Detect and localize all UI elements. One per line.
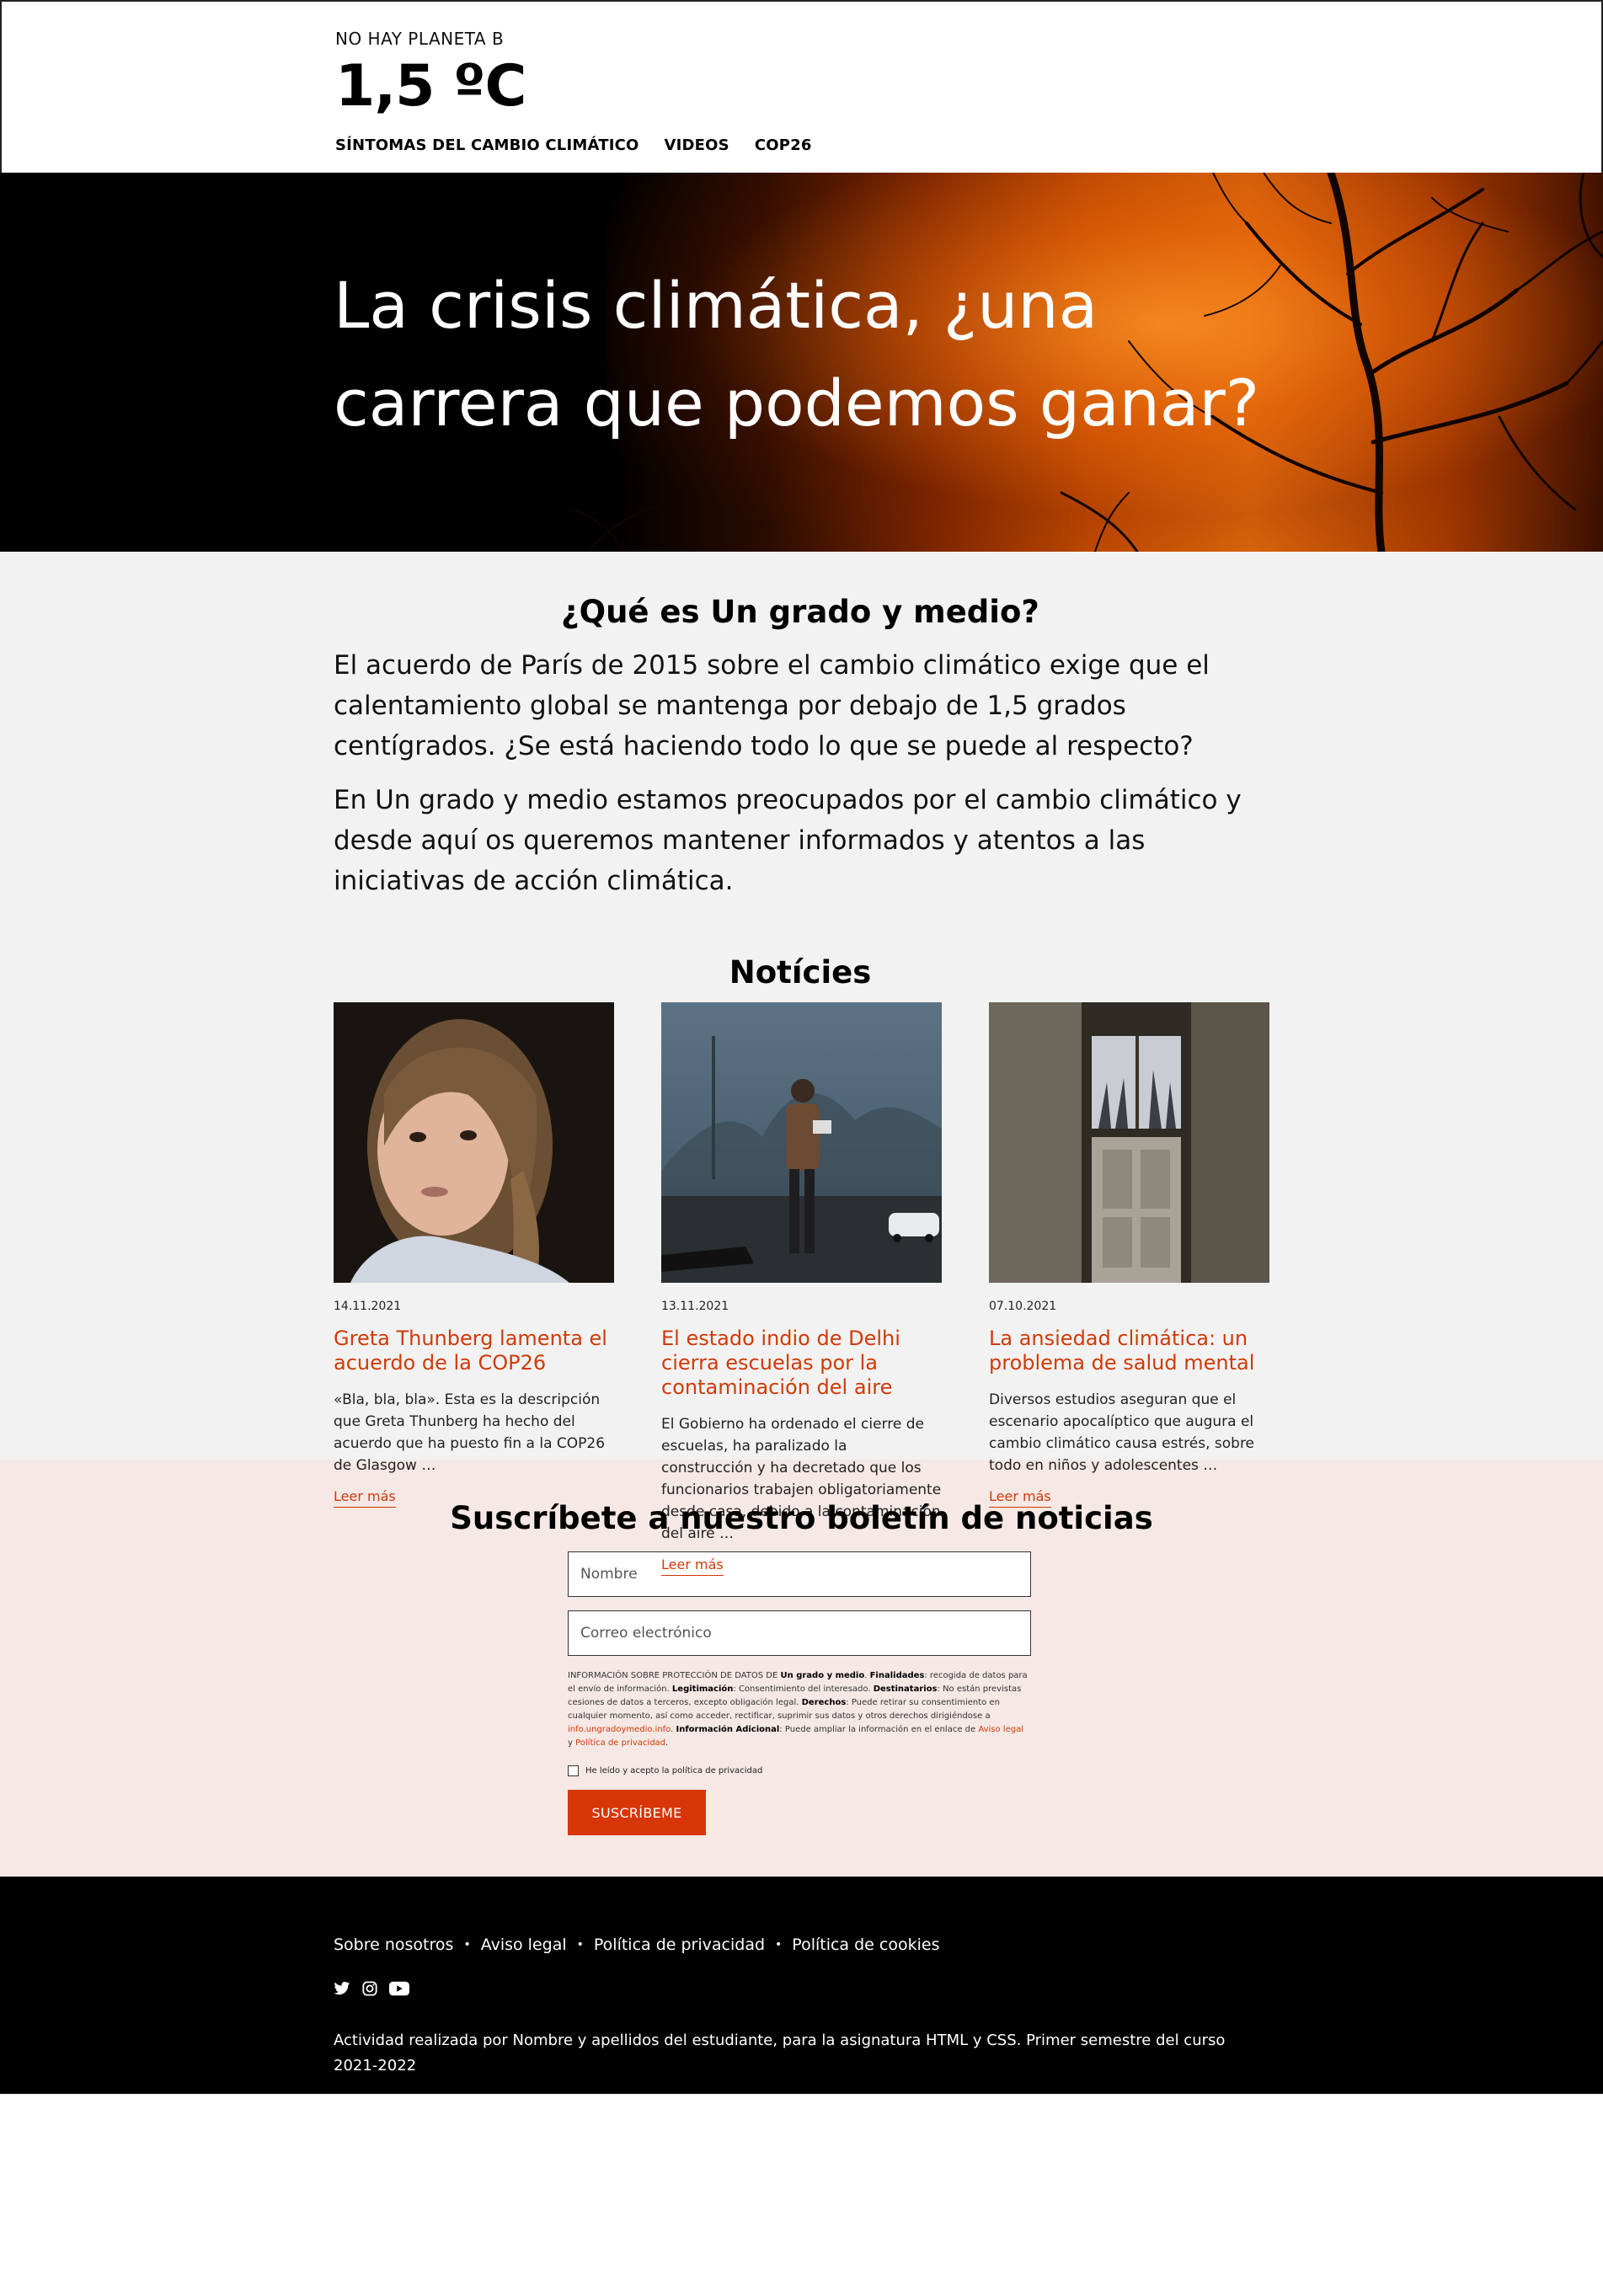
about-paragraph-2: En Un grado y medio estamos preocupados …: [334, 785, 1242, 896]
email-input[interactable]: [568, 1610, 1031, 1656]
footer-credits: Actividad realizada por Nombre y apellid…: [334, 2032, 1226, 2074]
news-title[interactable]: El estado indio de Delhi cierra escuelas…: [661, 1327, 942, 1400]
about-section: ¿Qué es Un grado y medio? El acuerdo de …: [0, 552, 1603, 954]
hero-title-line2: carrera que podemos ganar?: [334, 366, 1260, 441]
nav-item-videos[interactable]: VIDEOS: [665, 136, 729, 154]
legal-notice-link[interactable]: Aviso legal: [978, 1725, 1023, 1734]
news-title[interactable]: Greta Thunberg lamenta el acuerdo de la …: [334, 1327, 614, 1375]
site-footer: Sobre nosotros • Aviso legal • Política …: [0, 1877, 1603, 2289]
news-image-delhi[interactable]: [661, 1002, 942, 1283]
social-links: [334, 1981, 1267, 2000]
hero-title-line1: La crisis climática, ¿una: [334, 268, 1098, 343]
nav-item-sintomas[interactable]: SÍNTOMAS DEL CAMBIO CLIMÁTICO: [335, 136, 639, 154]
main-nav: SÍNTOMAS DEL CAMBIO CLIMÁTICO VIDEOS COP…: [335, 136, 1269, 154]
news-heading: Notícies: [729, 954, 872, 990]
site-header: NO HAY PLANETA B 1,5 ºC SÍNTOMAS DEL CAM…: [0, 0, 1603, 173]
nav-item-cop26[interactable]: COP26: [755, 136, 812, 154]
footer-link-legal[interactable]: Aviso legal: [481, 1936, 567, 1954]
separator-dot: •: [576, 1938, 584, 1952]
read-more-link[interactable]: Leer más: [661, 1556, 724, 1576]
hero-title: La crisis climática, ¿una carrera que po…: [334, 173, 1267, 452]
about-paragraph-1: El acuerdo de París de 2015 sobre el cam…: [334, 650, 1210, 761]
hero-banner: La crisis climática, ¿una carrera que po…: [0, 173, 1603, 552]
instagram-icon[interactable]: [362, 1981, 377, 2000]
about-heading: ¿Qué es Un grado y medio?: [561, 594, 1039, 630]
privacy-checkbox[interactable]: [568, 1765, 579, 1776]
separator-dot: •: [463, 1938, 471, 1952]
news-card: 14.11.2021 Greta Thunberg lamenta el acu…: [334, 1002, 614, 1576]
newsletter-section: Suscríbete a nuestro boletín de noticias…: [0, 1460, 1603, 1877]
news-section: Notícies 14.11.2021 Greta Thunberg lamen…: [0, 954, 1603, 1576]
news-card: 07.10.2021 La ansiedad climática: un pro…: [989, 1002, 1269, 1576]
privacy-policy-link[interactable]: Política de privacidad: [575, 1738, 665, 1748]
newsletter-heading: Suscríbete a nuestro boletín de noticias: [450, 1500, 1153, 1536]
separator-dot: •: [775, 1938, 783, 1952]
news-title[interactable]: La ansiedad climática: un problema de sa…: [989, 1327, 1269, 1375]
footer-link-privacy[interactable]: Política de privacidad: [594, 1936, 765, 1954]
footer-links: Sobre nosotros • Aviso legal • Política …: [334, 1936, 1267, 1954]
news-card: 13.11.2021 El estado indio de Delhi cier…: [661, 1002, 942, 1576]
news-image-greta[interactable]: [334, 1002, 614, 1283]
footer-link-about[interactable]: Sobre nosotros: [334, 1936, 453, 1954]
news-date: 14.11.2021: [334, 1300, 402, 1313]
news-cards: 14.11.2021 Greta Thunberg lamenta el acu…: [334, 1002, 1269, 1576]
twitter-icon[interactable]: [334, 1981, 350, 2000]
youtube-icon[interactable]: [389, 1981, 409, 2000]
site-tagline: NO HAY PLANETA B: [335, 29, 505, 49]
contact-email-link[interactable]: info.ungradoymedio.info: [568, 1725, 671, 1734]
privacy-notice: INFORMACIÓN SOBRE PROTECCIÓN DE DATOS DE…: [568, 1671, 1028, 1748]
site-logo[interactable]: 1,5 ºC: [335, 54, 1269, 120]
news-date: 07.10.2021: [989, 1300, 1057, 1313]
news-image-anxiety[interactable]: [989, 1002, 1269, 1283]
footer-link-cookies[interactable]: Política de cookies: [792, 1936, 939, 1954]
back-to-top-button[interactable]: ^: [1567, 2261, 1586, 2289]
news-date: 13.11.2021: [661, 1300, 729, 1313]
privacy-consent[interactable]: He leído y acepto la política de privaci…: [568, 1765, 1031, 1776]
newsletter-form: INFORMACIÓN SOBRE PROTECCIÓN DE DATOS DE…: [568, 1551, 1031, 1835]
subscribe-button[interactable]: SUSCRÍBEME: [568, 1790, 706, 1835]
read-more-link[interactable]: Leer más: [334, 1488, 396, 1508]
news-excerpt: Diversos estudios aseguran que el escena…: [989, 1391, 1255, 1474]
privacy-checkbox-label: He leído y acepto la política de privaci…: [585, 1766, 763, 1775]
news-excerpt: «Bla, bla, bla». Esta es la descripción …: [334, 1391, 606, 1474]
